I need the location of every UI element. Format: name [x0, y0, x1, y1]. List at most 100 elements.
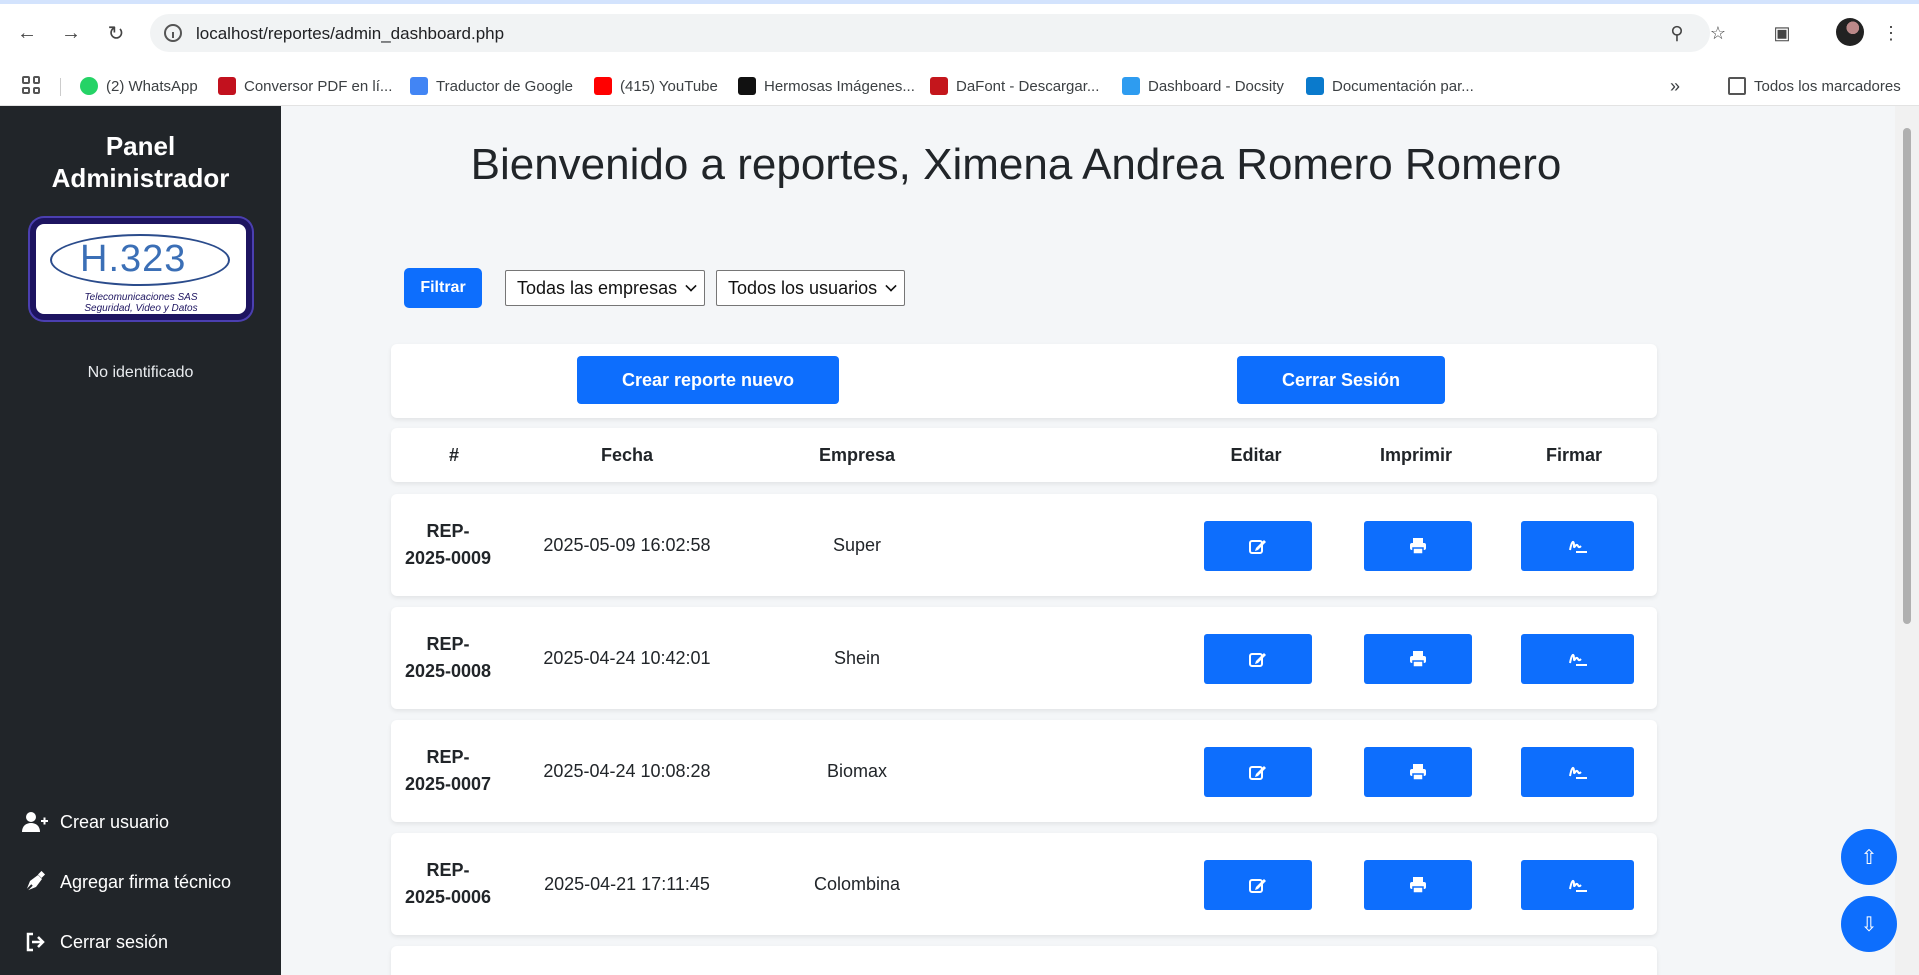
sign-button[interactable]: [1521, 634, 1634, 684]
scrollbar-thumb[interactable]: [1903, 128, 1911, 624]
table-row: REP- 2025-0009 2025-05-09 16:02:58 Super: [391, 494, 1657, 596]
report-date: 2025-04-24 10:42:01: [543, 647, 711, 668]
table-header: # Fecha Empresa Editar Imprimir Firmar: [391, 428, 1657, 482]
sign-button[interactable]: [1521, 860, 1634, 910]
pdf-icon: [218, 77, 236, 95]
bookmark-whatsapp[interactable]: (2) WhatsApp: [80, 76, 198, 96]
sign-button[interactable]: [1521, 747, 1634, 797]
sidebar-item-crear-usuario[interactable]: Crear usuario: [22, 810, 169, 834]
report-company: Shein: [833, 647, 881, 668]
sidebar-title: Panel Administrador: [51, 131, 230, 193]
print-button[interactable]: [1364, 521, 1472, 571]
youtube-icon: [594, 77, 612, 95]
sidebar-item-label: Cerrar sesión: [60, 931, 169, 952]
user-select[interactable]: Todos los usuarios: [716, 270, 905, 306]
create-report-button[interactable]: Crear reporte nuevo: [577, 356, 839, 404]
edit-button[interactable]: [1204, 860, 1312, 910]
reload-icon[interactable]: ↻: [103, 20, 129, 46]
bookmark-docs[interactable]: Documentación par...: [1306, 76, 1474, 96]
docsity-icon: [1122, 77, 1140, 95]
bookmark-images[interactable]: Hermosas Imágenes...: [738, 76, 915, 96]
report-id: REP- 2025-0007: [391, 720, 505, 822]
report-id-prefix: REP-: [426, 860, 470, 880]
edit-button[interactable]: [1204, 521, 1312, 571]
column-header-imprimir: Imprimir: [1379, 444, 1453, 465]
print-icon: [1410, 877, 1426, 894]
more-bookmarks-icon[interactable]: »: [1670, 76, 1680, 96]
sidebar-item-agregar-firma[interactable]: Agregar firma técnico: [22, 870, 231, 894]
url-text[interactable]: localhost/reportes/admin_dashboard.php: [196, 24, 504, 44]
bookmark-pdf[interactable]: Conversor PDF en lí...: [218, 76, 392, 96]
bookmark-label: Documentación par...: [1332, 77, 1474, 95]
print-icon: [1410, 764, 1426, 781]
bookmark-translate[interactable]: Traductor de Google: [410, 76, 573, 96]
sidebar-item-cerrar-sesion[interactable]: Cerrar sesión: [22, 930, 168, 954]
user-status: No identificado: [87, 364, 194, 381]
vscode-icon: [1306, 77, 1324, 95]
signature-icon: [1568, 766, 1587, 779]
bookmark-dafont[interactable]: DaFont - Descargar...: [930, 76, 1099, 96]
edit-button[interactable]: [1204, 634, 1312, 684]
print-button[interactable]: [1364, 860, 1472, 910]
chevron-down-icon: [685, 280, 697, 292]
pen-nib-icon: [22, 871, 48, 893]
actions-card: Crear reporte nuevo Cerrar Sesión: [391, 344, 1657, 418]
sign-button[interactable]: [1521, 521, 1634, 571]
report-id-number: 2025-0007: [404, 774, 492, 794]
google-translate-icon: [410, 77, 428, 95]
sidebar-item-label: Agregar firma técnico: [60, 871, 232, 892]
scroll-top-button[interactable]: ⇧: [1841, 829, 1897, 885]
tab-strip-edge: [0, 0, 1919, 4]
bookmark-star-icon[interactable]: ☆: [1707, 22, 1729, 44]
signature-icon: [1568, 879, 1587, 892]
logout-button[interactable]: Cerrar Sesión: [1237, 356, 1445, 404]
company-logo: H.323 Telecomunicaciones SAS Seguridad, …: [30, 218, 252, 320]
apps-grid-icon[interactable]: [22, 76, 40, 94]
main-content: Bienvenido a reportes, Ximena Andrea Rom…: [281, 106, 1895, 975]
bookmark-youtube[interactable]: (415) YouTube: [594, 76, 718, 96]
print-icon: [1410, 538, 1426, 555]
signature-icon: [1568, 540, 1587, 553]
bookmarks-bar: (2) WhatsApp Conversor PDF en lí... Trad…: [0, 66, 1919, 106]
table-row: REP- 2025-0007 2025-04-24 10:08:28 Biomax: [391, 720, 1657, 822]
browser-toolbar: ← → ↻ localhost/reportes/admin_dashboard…: [0, 0, 1919, 66]
report-id-number: 2025-0009: [404, 548, 492, 568]
filter-button[interactable]: Filtrar: [404, 268, 482, 308]
extensions-icon[interactable]: ▣: [1771, 22, 1793, 44]
chevron-down-icon: [885, 280, 897, 292]
report-date: 2025-05-09 16:02:58: [543, 534, 711, 555]
bookmarks-separator: [60, 78, 61, 96]
scroll-bottom-button[interactable]: ⇩: [1841, 896, 1897, 952]
bookmark-label: (415) YouTube: [620, 77, 718, 95]
dafont-icon: [930, 77, 948, 95]
menu-icon[interactable]: ⋮: [1880, 22, 1902, 44]
forward-icon[interactable]: →: [58, 20, 84, 46]
report-company: Super: [832, 534, 882, 555]
back-icon[interactable]: ←: [14, 20, 40, 46]
logo-tagline: Seguridad, Video y Datos: [84, 303, 198, 314]
report-id: REP- 2025-0008: [391, 607, 505, 709]
site-info-icon[interactable]: [164, 24, 182, 42]
bookmark-label: (2) WhatsApp: [106, 77, 198, 95]
bookmark-label: Hermosas Imágenes...: [764, 77, 915, 95]
bookmark-docsity[interactable]: Dashboard - Docsity: [1122, 76, 1284, 96]
print-icon: [1410, 651, 1426, 668]
edit-button[interactable]: [1204, 747, 1312, 797]
profile-avatar[interactable]: [1836, 18, 1864, 46]
report-date: 2025-04-24 10:08:28: [543, 760, 711, 781]
sidebar: Panel Administrador H.323 Telecomunicaci…: [0, 106, 281, 975]
column-header-number: #: [448, 444, 459, 465]
all-bookmarks-label: Todos los marcadores: [1754, 77, 1901, 95]
arrow-down-icon: ⇩: [1860, 913, 1878, 936]
report-id-prefix: REP-: [426, 747, 470, 767]
column-header-empresa: Empresa: [818, 444, 896, 465]
report-id-number: 2025-0008: [404, 661, 492, 681]
page-scrollbar[interactable]: [1895, 106, 1919, 975]
print-button[interactable]: [1364, 747, 1472, 797]
print-button[interactable]: [1364, 634, 1472, 684]
address-bar[interactable]: localhost/reportes/admin_dashboard.php: [150, 14, 1710, 52]
company-select[interactable]: Todas las empresas: [505, 270, 705, 306]
zoom-icon[interactable]: ⚲: [1666, 22, 1688, 44]
all-bookmarks[interactable]: Todos los marcadores: [1728, 76, 1901, 96]
report-id-prefix: REP-: [426, 521, 470, 541]
